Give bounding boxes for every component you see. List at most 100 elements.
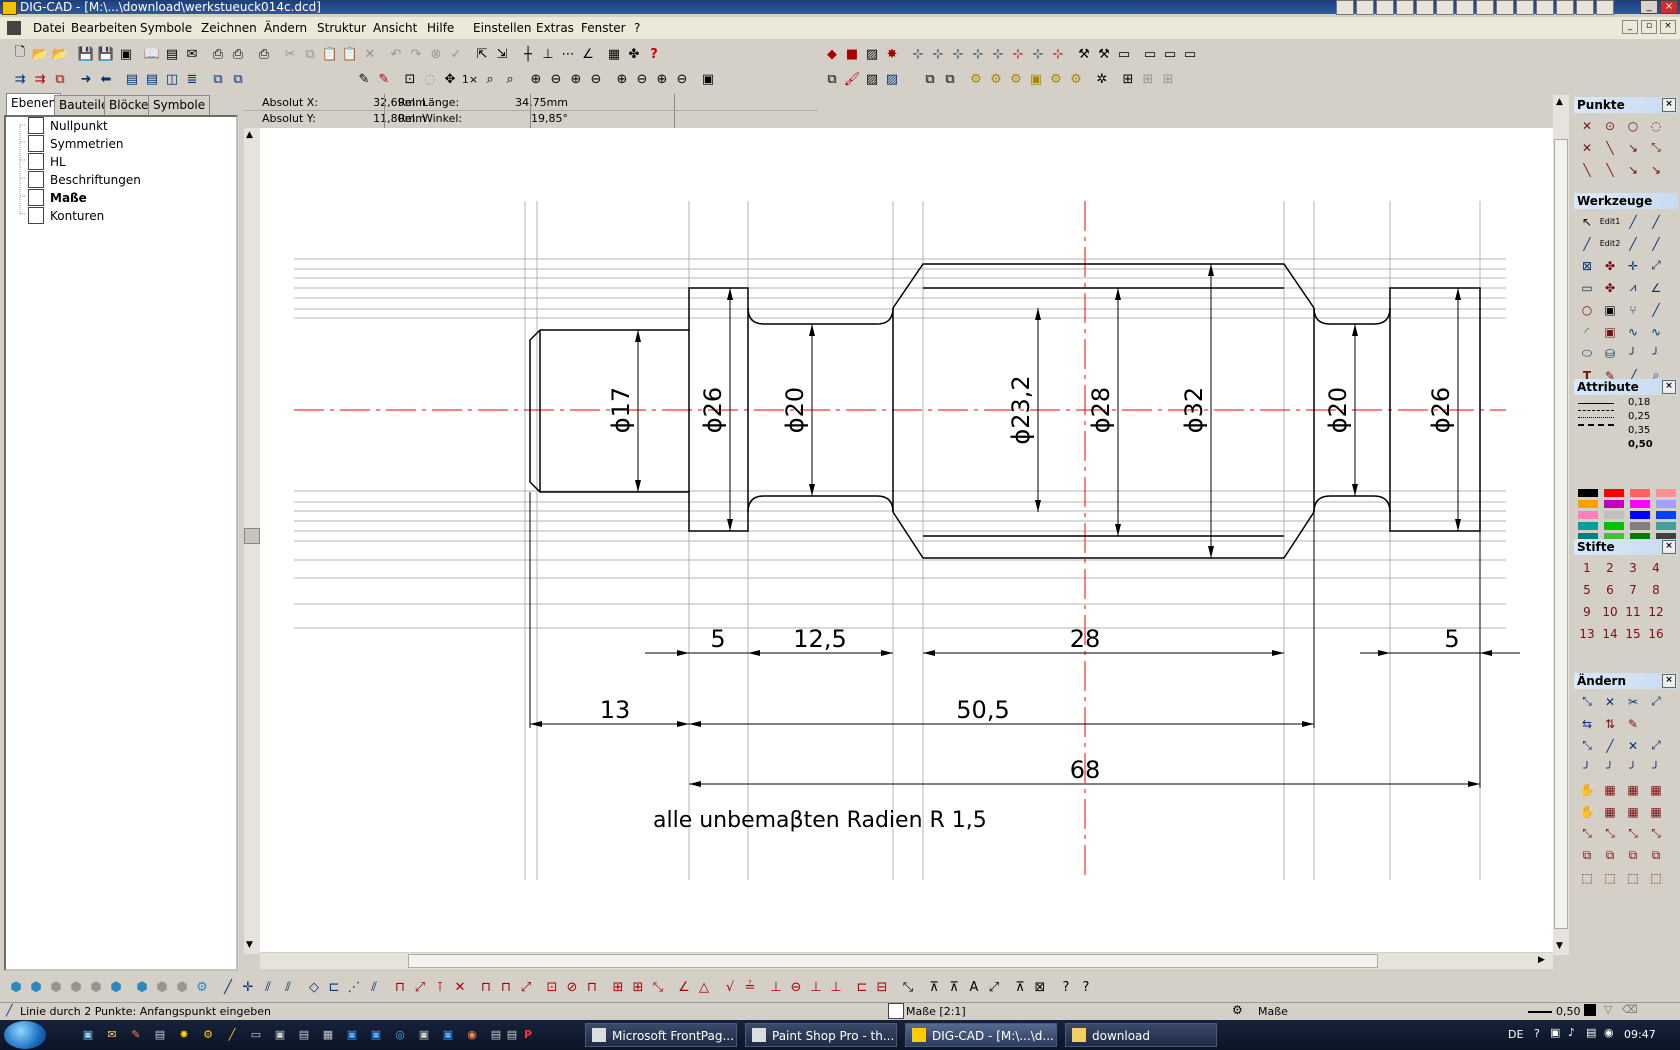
cross-icon[interactable]: ✛: [1622, 255, 1644, 276]
help-dim-icon[interactable]: ?: [1076, 977, 1096, 997]
arrow-right-icon[interactable]: ➜: [76, 69, 96, 89]
line-weight-option[interactable]: 0,25: [1628, 411, 1680, 425]
pen-color-icon[interactable]: ✎: [374, 69, 394, 89]
zoom-window-icon[interactable]: ⌕: [500, 69, 520, 89]
zoom-out-icon[interactable]: ⊖: [586, 69, 606, 89]
line-tool-icon[interactable]: ✛: [238, 977, 258, 997]
hatch-icon[interactable]: ▨: [862, 69, 882, 89]
app-icon[interactable]: [1356, 0, 1374, 15]
pen-button[interactable]: 10: [1599, 601, 1621, 622]
line-weight-option[interactable]: 0,35: [1628, 425, 1680, 439]
layer-item-symmetrien[interactable]: Symmetrien: [28, 135, 123, 152]
endpoint-icon[interactable]: ⤡: [1645, 137, 1667, 158]
tab-ebenen[interactable]: Ebenen: [6, 93, 62, 116]
diameter-tool-icon[interactable]: ⊘: [562, 977, 582, 997]
app-icon[interactable]: [1436, 0, 1454, 15]
color-swatch[interactable]: [1630, 522, 1650, 530]
modify-icon[interactable]: ⤡: [1576, 823, 1598, 844]
snap-tool-icon[interactable]: ⊹: [1048, 44, 1068, 64]
pen-icon[interactable]: ✎: [354, 69, 374, 89]
import-icon[interactable]: ▤: [162, 44, 182, 64]
volume-icon[interactable]: ♪: [1568, 1026, 1575, 1039]
quicklaunch-icon[interactable]: ⚙: [200, 1027, 216, 1043]
close-icon[interactable]: ×: [1662, 380, 1676, 394]
perpendicular-icon[interactable]: ╲: [1599, 159, 1621, 180]
taskbar-item-download[interactable]: download: [1065, 1023, 1217, 1047]
zoom-search-icon[interactable]: ⌕: [480, 69, 500, 89]
scroll-up-icon[interactable]: ▲: [1556, 97, 1563, 107]
line-point-icon[interactable]: ╲: [1599, 137, 1621, 158]
edit-dim-icon[interactable]: ⊟: [872, 977, 892, 997]
dimension-tool-icon[interactable]: ⊡: [542, 977, 562, 997]
intersection-icon[interactable]: ✕: [1576, 137, 1598, 158]
app-icon[interactable]: [1556, 0, 1574, 15]
horizontal-scrollbar[interactable]: ▶: [260, 953, 1553, 969]
modify-icon[interactable]: ⤢: [1645, 735, 1667, 756]
copy-object-icon[interactable]: ⧉: [920, 69, 940, 89]
pen-button[interactable]: 15: [1622, 623, 1644, 644]
pen-button[interactable]: 3: [1622, 557, 1644, 578]
paste-special-icon[interactable]: 📋: [340, 44, 360, 64]
symbol-icon[interactable]: ▣: [1026, 69, 1046, 89]
text-dim-icon[interactable]: ⊼: [944, 977, 964, 997]
modify-icon[interactable]: ╯: [1645, 757, 1667, 778]
quicklaunch-icon[interactable]: ◉: [464, 1027, 480, 1043]
mirror-icon[interactable]: ⊞: [1118, 69, 1138, 89]
grid-icon[interactable]: ⋯: [558, 44, 578, 64]
node-icon[interactable]: ✤: [1599, 255, 1621, 276]
zoom-out-icon[interactable]: ⊖: [672, 69, 692, 89]
polyline-icon[interactable]: ╱: [1576, 233, 1598, 254]
fill-icon[interactable]: ▽: [1604, 1003, 1612, 1016]
modify-icon[interactable]: [1645, 713, 1667, 734]
zoom-1x-icon[interactable]: 1×: [460, 69, 480, 89]
quicklaunch-icon[interactable]: ✉: [104, 1027, 120, 1043]
3d-box-icon[interactable]: ⬢: [106, 977, 126, 997]
snap-tool-icon[interactable]: ⊹: [968, 44, 988, 64]
modify-icon[interactable]: ╱: [1599, 735, 1621, 756]
ungroup-icon[interactable]: ▤: [142, 69, 162, 89]
attribute-icon[interactable]: ⧉: [822, 69, 842, 89]
dimension-tool-icon[interactable]: ⊓: [390, 977, 410, 997]
block-icon[interactable]: ⧉: [208, 69, 228, 89]
color-swatch[interactable]: [1578, 489, 1598, 497]
quicklaunch-icon[interactable]: P: [520, 1027, 536, 1043]
modify-icon[interactable]: ▦: [1645, 779, 1667, 800]
hammer-icon[interactable]: ⚒: [1094, 44, 1114, 64]
color-swatch[interactable]: [1604, 489, 1624, 497]
modify-icon[interactable]: ▦: [1622, 779, 1644, 800]
menu-symbole[interactable]: Symbole: [140, 21, 192, 35]
scroll-thumb[interactable]: [408, 954, 1378, 968]
color-swatch[interactable]: [1578, 522, 1598, 530]
close-icon[interactable]: ×: [1662, 98, 1676, 112]
document-icon[interactable]: [7, 21, 21, 35]
3d-box-icon[interactable]: ⬢: [26, 977, 46, 997]
circle-icon[interactable]: ○: [1576, 299, 1598, 320]
color-swatch[interactable]: [1584, 1004, 1596, 1016]
copy-icon[interactable]: ⧉: [300, 44, 320, 64]
zoom-out-icon[interactable]: ⊖: [632, 69, 652, 89]
menu-extras[interactable]: Extras: [536, 21, 574, 35]
mirror-icon[interactable]: ⊞: [1138, 69, 1158, 89]
modify-icon[interactable]: ╯: [1599, 757, 1621, 778]
modify-icon[interactable]: ⬚: [1576, 867, 1598, 888]
modify-icon[interactable]: ⤡: [1576, 691, 1598, 712]
open-folder-icon[interactable]: 📂: [30, 44, 50, 64]
scroll-up-icon[interactable]: ▲: [246, 130, 253, 140]
3d-box-icon[interactable]: ⬢: [46, 977, 66, 997]
shape-tool-icon[interactable]: ⋰: [344, 977, 364, 997]
zoom-previous-icon[interactable]: ◌: [420, 69, 440, 89]
color-swatch[interactable]: [1656, 489, 1676, 497]
scroll-down-icon[interactable]: ▼: [246, 940, 253, 950]
modify-icon[interactable]: ✂: [1622, 691, 1644, 712]
dimension-tool-icon[interactable]: ⤢: [410, 977, 430, 997]
modify-icon[interactable]: ✎: [1622, 713, 1644, 734]
arrow-left-icon[interactable]: ⬅: [96, 69, 116, 89]
app-icon[interactable]: [1396, 0, 1414, 15]
help-dim-icon[interactable]: ?: [1056, 977, 1076, 997]
quicklaunch-icon[interactable]: ▤: [504, 1027, 520, 1043]
rectangle-icon[interactable]: ▭: [1576, 277, 1598, 298]
save-as-icon[interactable]: 💾: [96, 44, 116, 64]
snap-tool-icon[interactable]: ⊹: [988, 44, 1008, 64]
circle-point-icon[interactable]: ○: [1622, 115, 1644, 136]
layer-item-hl[interactable]: HL: [28, 153, 66, 170]
